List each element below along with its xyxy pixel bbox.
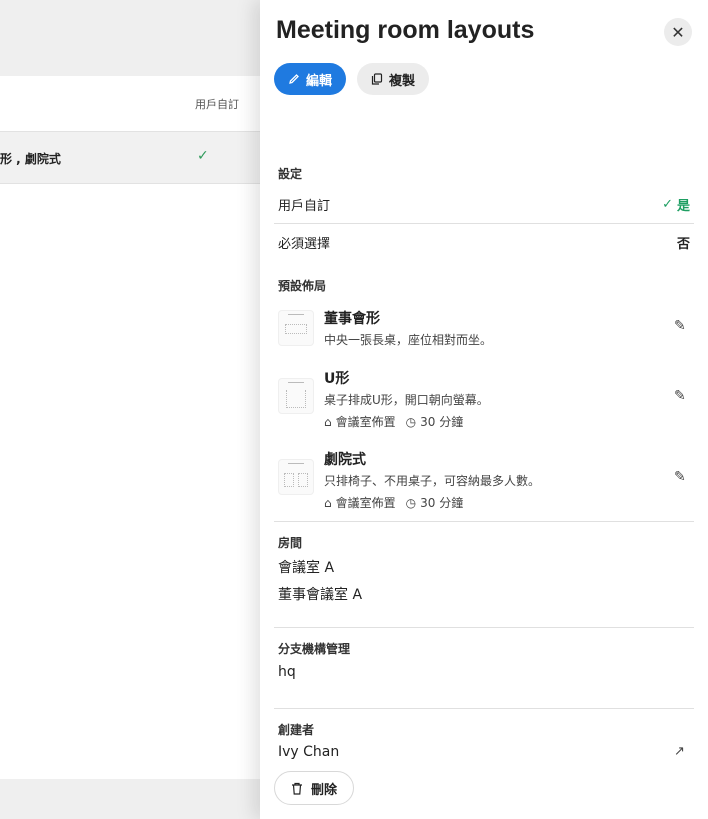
- layout-meta: ⌂ 會議室佈置 ◷ 30 分鐘: [324, 413, 463, 430]
- pencil-icon[interactable]: ✎: [674, 469, 686, 485]
- layout-name: 董事會形: [324, 311, 380, 327]
- setting-value: 否: [676, 236, 690, 252]
- divider: [274, 521, 694, 522]
- setting-row-required: 必須選擇 否: [274, 223, 694, 261]
- boardroom-thumbnail: [278, 310, 314, 346]
- duration-label: 30 分鐘: [420, 496, 464, 510]
- edit-label: 編輯: [306, 73, 333, 89]
- trash-icon: [292, 782, 302, 795]
- close-icon: ✕: [671, 22, 685, 42]
- edit-button[interactable]: 編輯: [274, 63, 347, 95]
- check-icon: ✓: [662, 196, 673, 212]
- bell-icon: ⌂: [324, 414, 332, 429]
- u-shape-thumbnail: [278, 378, 314, 414]
- setting-label: 用戶自訂: [278, 198, 331, 214]
- external-link-icon[interactable]: ↗: [674, 744, 685, 759]
- delete-button[interactable]: 刪除: [274, 771, 355, 805]
- divider: [274, 627, 694, 628]
- copy-label: 複製: [389, 73, 416, 89]
- pencil-icon: [289, 74, 299, 84]
- layout-name: U形: [324, 371, 350, 387]
- copy-button[interactable]: 複製: [357, 63, 430, 95]
- drawer-title: Meeting room layouts: [276, 16, 535, 44]
- setup-label: 會議室佈置: [335, 496, 396, 510]
- duration-label: 30 分鐘: [420, 415, 464, 429]
- layout-meta: ⌂ 會議室佈置 ◷ 30 分鐘: [324, 494, 463, 511]
- rooms-label: 房間: [278, 536, 303, 550]
- clock-icon: ◷: [405, 495, 417, 510]
- clock-icon: ◷: [405, 414, 417, 429]
- branch-label: 分支機構管理: [278, 642, 351, 656]
- divider: [274, 708, 694, 709]
- room-item: 董事會議室 A: [278, 587, 363, 603]
- branch-value: hq: [278, 664, 296, 680]
- setting-row-custom: 用戶自訂 ✓ 是: [274, 185, 694, 223]
- default-layout-label: 預設佈局: [278, 279, 327, 293]
- theater-thumbnail: [278, 459, 314, 495]
- check-icon: ✓: [197, 148, 209, 164]
- layout-name: 劇院式: [324, 452, 366, 468]
- copy-icon: [371, 73, 383, 85]
- column-header-custom[interactable]: 用戶自訂: [195, 96, 239, 112]
- close-button[interactable]: ✕: [664, 18, 692, 46]
- pencil-icon[interactable]: ✎: [674, 388, 686, 404]
- layout-desc: 中央一張長桌，座位相對而坐。: [324, 333, 493, 347]
- layout-item-u-shape[interactable]: U形 桌子排成U形，開口朝向螢幕。 ⌂ 會議室佈置 ◷ 30 分鐘 ✎: [278, 368, 694, 430]
- pencil-icon[interactable]: ✎: [674, 318, 686, 334]
- creator-label: 創建者: [278, 723, 315, 737]
- layout-desc: 桌子排成U形，開口朝向螢幕。: [324, 393, 489, 407]
- bell-icon: ⌂: [324, 495, 332, 510]
- room-item: 會議室 A: [278, 560, 335, 576]
- delete-label: 刪除: [311, 782, 338, 798]
- setting-label: 必須選擇: [278, 236, 331, 252]
- setting-value-yes: ✓ 是: [662, 195, 690, 214]
- setup-label: 會議室佈置: [335, 415, 396, 429]
- detail-drawer: Meeting room layouts ✕ 編輯 複製 設定 用戶自訂 ✓ 是…: [260, 0, 708, 819]
- setting-value: 是: [676, 198, 690, 214]
- layout-desc: 只排椅子、不用桌子，可容納最多人數。: [324, 474, 541, 488]
- table-row-layouts: 形 , 劇院式: [0, 152, 61, 166]
- layout-item-boardroom[interactable]: 董事會形 中央一張長桌，座位相對而坐。 ✎: [278, 308, 694, 350]
- layout-item-theater[interactable]: 劇院式 只排椅子、不用桌子，可容納最多人數。 ⌂ 會議室佈置 ◷ 30 分鐘 ✎: [278, 449, 694, 511]
- settings-label: 設定: [278, 167, 303, 181]
- creator-value[interactable]: Ivy Chan: [278, 744, 339, 760]
